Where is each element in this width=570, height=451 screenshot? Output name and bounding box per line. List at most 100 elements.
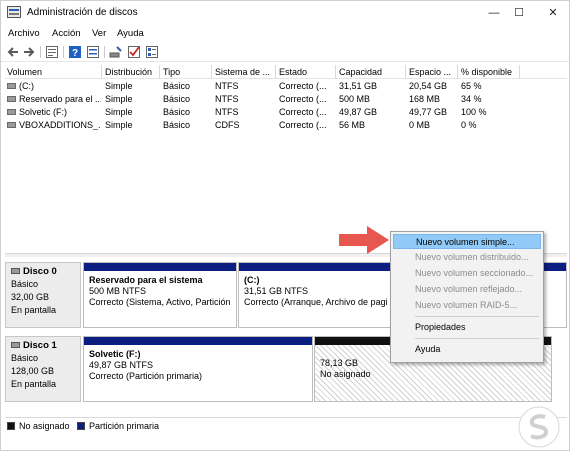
menu-nuevo-volumen-simple[interactable]: Nuevo volumen simple...: [393, 234, 541, 249]
disk-0-name: Disco 0: [23, 266, 57, 277]
disk-drive-icon: [11, 342, 20, 349]
unallocated-status: No asignado: [320, 369, 371, 379]
watermark-logo: [518, 406, 560, 448]
refresh-icon[interactable]: [86, 45, 100, 59]
legend-swatch-primary: [77, 422, 85, 430]
menu-propiedades[interactable]: Propiedades: [393, 320, 541, 335]
toolbar-separator: [104, 46, 105, 58]
title-bar: Administración de discos — ☐ ✕: [1, 1, 569, 25]
menu-bar: Archivo Acción Ver Ayuda: [1, 25, 569, 43]
menu-archivo[interactable]: Archivo: [8, 28, 40, 39]
disk-1-type: Básico: [11, 353, 39, 363]
disk-1-status: En pantalla: [11, 379, 57, 389]
cell-tipo: Básico: [163, 107, 191, 117]
column-header-capacidad[interactable]: Capacidad: [339, 67, 405, 77]
volume-row[interactable]: Solvetic (F:) Simple Básico NTFS Correct…: [5, 106, 567, 119]
cell-estado: Correcto (...: [279, 107, 327, 117]
cell-capacidad: 49,87 GB: [339, 107, 378, 117]
column-divider[interactable]: [335, 65, 336, 79]
column-header-distribucion[interactable]: Distribución: [105, 67, 159, 77]
cell-estado: Correcto (...: [279, 81, 327, 91]
cell-capacidad: 31,51 GB: [339, 81, 378, 91]
menu-nuevo-volumen-seccionado[interactable]: Nuevo volumen seccionado...: [393, 266, 541, 281]
partition-solvetic[interactable]: Solvetic (F:) 49,87 GB NTFS Correcto (Pa…: [83, 336, 313, 402]
cd-drive-icon: [7, 122, 16, 128]
back-icon[interactable]: [6, 45, 20, 59]
column-divider[interactable]: [101, 65, 102, 79]
cell-tipo: Básico: [163, 120, 191, 130]
properties-icon[interactable]: [45, 45, 59, 59]
cell-sistema: NTFS: [215, 107, 239, 117]
cell-espacio: 0 MB: [409, 120, 431, 130]
volume-row[interactable]: (C:) Simple Básico NTFS Correcto (... 31…: [5, 80, 567, 93]
cell-volumen: (C:): [19, 81, 34, 91]
column-divider[interactable]: [159, 65, 160, 79]
maximize-button[interactable]: ☐: [509, 5, 529, 21]
disk-0-size: 32,00 GB: [11, 292, 50, 302]
partition-size: 31,51 GB NTFS: [244, 286, 309, 296]
minimize-button[interactable]: —: [484, 5, 504, 21]
cell-disponible: 34 %: [461, 94, 482, 104]
menu-ver[interactable]: Ver: [92, 28, 106, 39]
menu-nuevo-volumen-distribuido[interactable]: Nuevo volumen distribuido...: [393, 250, 541, 265]
column-header-estado[interactable]: Estado: [279, 67, 333, 77]
partition-reservado[interactable]: Reservado para el sistema 500 MB NTFS Co…: [83, 262, 237, 328]
cell-espacio: 49,77 GB: [409, 107, 448, 117]
column-header-volumen[interactable]: Volumen: [7, 67, 99, 77]
cell-espacio: 20,54 GB: [409, 81, 448, 91]
cell-volumen: VBOXADDITIONS_...: [19, 120, 101, 130]
column-header-disponible[interactable]: % disponible: [461, 67, 521, 77]
column-header-tipo[interactable]: Tipo: [163, 67, 209, 77]
cell-estado: Correcto (...: [279, 94, 327, 104]
column-header-espacio[interactable]: Espacio ...: [409, 67, 457, 77]
volume-drive-icon: [7, 83, 16, 89]
menu-accion[interactable]: Acción: [52, 28, 81, 39]
connect-icon[interactable]: [109, 45, 123, 59]
primary-partition-bar: [84, 263, 236, 271]
volume-drive-icon: [7, 96, 16, 102]
volume-row[interactable]: Reservado para el ... Simple Básico NTFS…: [5, 93, 567, 106]
disk-0-type: Básico: [11, 279, 39, 289]
forward-icon[interactable]: [22, 45, 36, 59]
unallocated-size: 78,13 GB: [320, 358, 359, 368]
legend-label-primary: Partición primaria: [89, 421, 160, 431]
close-button[interactable]: ✕: [543, 5, 563, 21]
cell-sistema: NTFS: [215, 94, 239, 104]
disk-0-label[interactable]: Disco 0 Básico 32,00 GB En pantalla: [5, 262, 81, 328]
cell-capacidad: 500 MB: [339, 94, 371, 104]
disk-1-label[interactable]: Disco 1 Básico 128,00 GB En pantalla: [5, 336, 81, 402]
menu-separator: [415, 338, 539, 339]
help-icon[interactable]: ?: [68, 45, 82, 59]
volume-row[interactable]: VBOXADDITIONS_... Simple Básico CDFS Cor…: [5, 119, 567, 132]
cell-distribucion: Simple: [105, 120, 133, 130]
cell-disponible: 100 %: [461, 107, 487, 117]
window-title: Administración de discos: [27, 7, 138, 18]
menu-ayuda-item[interactable]: Ayuda: [393, 342, 541, 357]
view-icon[interactable]: [145, 45, 159, 59]
column-divider[interactable]: [519, 65, 520, 79]
svg-text:?: ?: [72, 48, 78, 59]
disk-drive-icon: [11, 268, 20, 275]
cell-sistema: NTFS: [215, 81, 239, 91]
cell-distribucion: Simple: [105, 94, 133, 104]
toolbar-separator: [63, 46, 64, 58]
menu-separator: [415, 316, 539, 317]
menu-nuevo-volumen-raid5[interactable]: Nuevo volumen RAID-5...: [393, 298, 541, 313]
partition-size: 49,87 GB NTFS: [89, 360, 154, 370]
menu-ayuda[interactable]: Ayuda: [117, 28, 144, 39]
legend-swatch-unallocated: [7, 422, 15, 430]
check-icon[interactable]: [127, 45, 141, 59]
disk-management-window: Administración de discos — ☐ ✕ Archivo A…: [0, 0, 570, 451]
legend: No asignado Partición primaria: [5, 417, 567, 433]
column-header-sistema[interactable]: Sistema de ...: [215, 67, 275, 77]
menu-nuevo-volumen-reflejado[interactable]: Nuevo volumen reflejado...: [393, 282, 541, 297]
column-divider[interactable]: [405, 65, 406, 79]
cell-sistema: CDFS: [215, 120, 240, 130]
column-divider[interactable]: [275, 65, 276, 79]
cell-tipo: Básico: [163, 81, 191, 91]
column-divider[interactable]: [457, 65, 458, 79]
disk-1-name: Disco 1: [23, 340, 57, 351]
disk-management-app-icon: [7, 6, 21, 18]
column-divider[interactable]: [211, 65, 212, 79]
cell-disponible: 0 %: [461, 120, 477, 130]
